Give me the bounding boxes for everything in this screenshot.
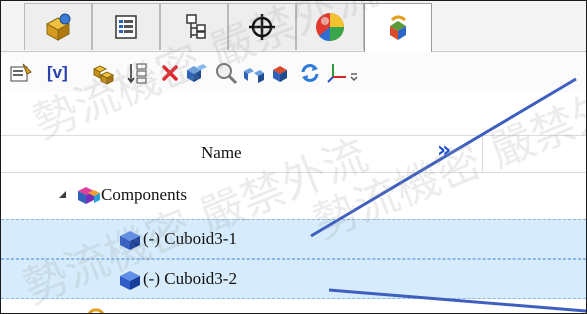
move-components-button[interactable] — [184, 61, 208, 85]
delete-icon — [160, 63, 180, 83]
column-header: Name » — [1, 135, 586, 173]
sort-icon — [125, 61, 149, 85]
tree-item-cuboid3-1[interactable]: (-) Cuboid3-1 — [1, 219, 586, 259]
properties-icon — [9, 62, 33, 84]
tab-feature-manager[interactable] — [24, 3, 92, 50]
tree-item-cuboid3-2[interactable]: (-) Cuboid3-2 — [1, 259, 586, 299]
model-tree-panel: [v] Name » Components (-) Cuboid3-1 (-) … — [0, 0, 587, 314]
manager-tab-strip — [1, 1, 586, 52]
overflow-icon — [349, 63, 359, 83]
tab-display-manager[interactable] — [296, 3, 364, 50]
toolbar-overflow-button[interactable] — [347, 61, 361, 85]
tab-dimxpert[interactable] — [228, 3, 296, 50]
components-button[interactable] — [91, 61, 115, 85]
tab-simulation-study[interactable] — [364, 3, 432, 52]
configuration-manager-icon — [179, 12, 209, 42]
explode-button[interactable] — [242, 61, 266, 85]
expand-columns-button[interactable]: » — [437, 138, 451, 163]
tree-root-components[interactable]: Components — [1, 176, 586, 216]
zoom-to-selection-button[interactable] — [214, 61, 238, 85]
explode-icon — [242, 61, 266, 85]
axis-button[interactable] — [325, 61, 349, 85]
axis-icon — [325, 61, 349, 85]
refresh-icon — [299, 62, 321, 84]
solid-body-icon — [117, 228, 143, 257]
components-icon — [91, 61, 115, 85]
delete-button[interactable] — [158, 61, 182, 85]
tree-toolbar: [v] — [1, 52, 586, 92]
solid-body-icon — [117, 268, 143, 297]
components-label: Components — [101, 185, 187, 204]
simulation-study-icon — [382, 12, 414, 44]
tab-property-manager[interactable] — [92, 3, 160, 50]
cut-button[interactable] — [270, 61, 294, 85]
dimxpert-icon — [247, 12, 277, 42]
refresh-button[interactable] — [298, 61, 322, 85]
zoom-to-selection-icon — [214, 61, 238, 85]
tab-configuration-manager[interactable] — [160, 3, 228, 50]
collapse-triangle-icon[interactable] — [59, 191, 66, 198]
partial-next-item-icon — [85, 301, 107, 313]
cut-icon — [270, 61, 294, 85]
column-divider[interactable] — [482, 136, 483, 172]
display-manager-icon — [313, 10, 347, 44]
feature-manager-icon — [41, 12, 75, 42]
name-column-label[interactable]: Name — [201, 143, 242, 163]
property-manager-icon — [111, 13, 141, 41]
variables-button[interactable]: [v] — [47, 64, 68, 82]
tree-item-label: (-) Cuboid3-2 — [143, 269, 237, 288]
properties-button[interactable] — [9, 61, 33, 85]
components-folder-icon — [75, 182, 101, 213]
move-components-icon — [184, 61, 208, 85]
sort-button[interactable] — [125, 61, 149, 85]
tree-item-label: (-) Cuboid3-1 — [143, 229, 237, 248]
